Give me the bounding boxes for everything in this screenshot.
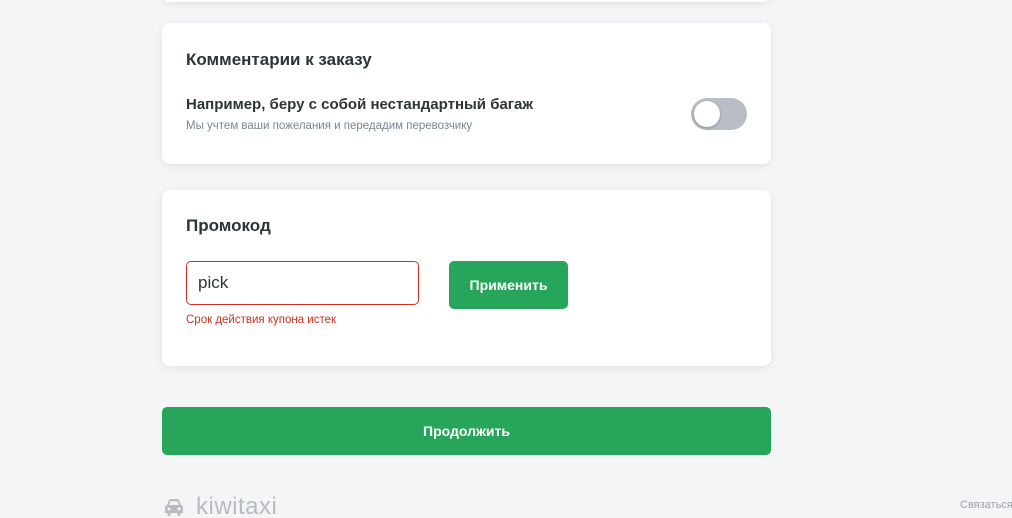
car-icon (165, 499, 183, 516)
special-luggage-hint: Мы учтем ваши пожелания и передадим пере… (186, 120, 473, 132)
apply-promo-button[interactable]: Применить (449, 261, 568, 309)
promo-code-title: Промокод (186, 216, 271, 235)
order-comments-title: Комментарии к заказу (186, 50, 372, 69)
special-luggage-toggle[interactable] (691, 98, 747, 130)
order-comments-card: Комментарии к заказу Например, беру с со… (162, 23, 771, 164)
continue-button[interactable]: Продолжить (162, 407, 771, 455)
promo-code-error: Срок действия купона истек (186, 314, 337, 326)
toggle-knob (694, 101, 720, 127)
promo-code-card: Промокод Срок действия купона истек Прим… (162, 190, 771, 366)
special-luggage-label: Например, беру с собой нестандартный баг… (186, 96, 534, 113)
contact-link[interactable]: Связаться (960, 499, 1012, 511)
checkout-page: Комментарии к заказу Например, беру с со… (0, 0, 1012, 518)
previous-section-card (162, 0, 771, 2)
logo-text: kiwitaxi (196, 493, 278, 518)
promo-code-input[interactable] (186, 261, 419, 305)
kiwitaxi-logo[interactable]: kiwitaxi (162, 493, 277, 518)
